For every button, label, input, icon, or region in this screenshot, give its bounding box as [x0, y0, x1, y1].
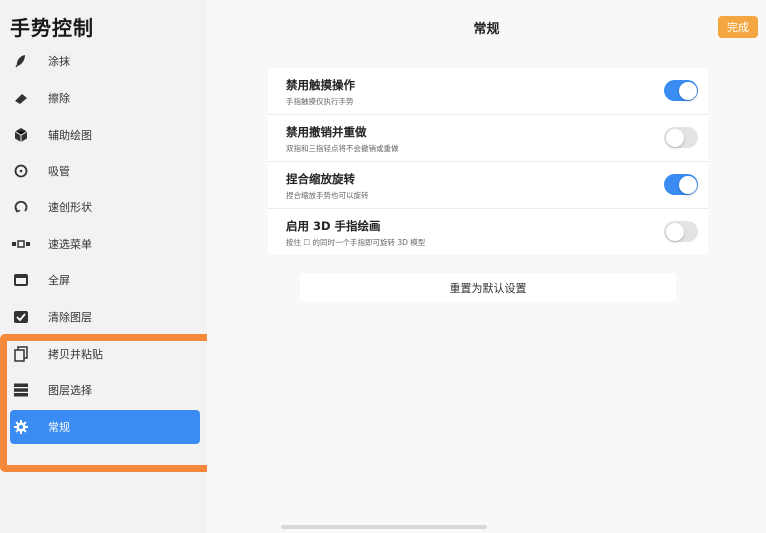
home-indicator — [281, 525, 487, 529]
toggle-knob — [678, 175, 697, 194]
sidebar: 手势控制 涂抹 擦除 辅助绘图 吸管 速创形状 速选菜单 全屏 清除图层 拷贝并… — [0, 0, 279, 533]
sidebar-item-clear-layer[interactable]: 清除图层 — [10, 300, 200, 334]
smudge-icon — [12, 52, 30, 70]
main-panel: 常规 完成 禁用触摸操作 手指触摸仅执行手势 禁用撤销并重做 双指和三指轻点将不… — [207, 0, 766, 533]
setting-subtitle: 手指触摸仅执行手势 — [286, 97, 354, 106]
sidebar-item-label: 涂抹 — [48, 55, 70, 68]
sidebar-item-eyedropper[interactable]: 吸管 — [10, 154, 200, 188]
setting-subtitle: 按住 ☐ 的同时一个手指即可旋转 3D 模型 — [286, 238, 426, 247]
sidebar-item-quickmenu[interactable]: 速选菜单 — [10, 227, 200, 261]
setting-row-pinch-rotate: 捏合缩放旋转 捏合缩放手势也可以旋转 — [268, 162, 708, 209]
setting-title: 启用 3D 手指绘画 — [286, 219, 381, 233]
setting-title: 禁用触摸操作 — [286, 78, 355, 92]
reset-defaults-button[interactable]: 重置为默认设置 — [300, 273, 676, 302]
pinch-rotate-toggle[interactable] — [664, 174, 698, 195]
sidebar-item-label: 全屏 — [48, 274, 70, 287]
sidebar-item-erase[interactable]: 擦除 — [10, 81, 200, 115]
sidebar-item-label: 吸管 — [48, 165, 70, 178]
done-button[interactable]: 完成 — [718, 16, 758, 38]
toggle-knob — [678, 81, 697, 100]
sidebar-item-label: 擦除 — [48, 92, 70, 105]
3d-finger-painting-toggle[interactable] — [664, 221, 698, 242]
sidebar-item-label: 速选菜单 — [48, 238, 92, 251]
setting-subtitle: 捏合缩放手势也可以旋转 — [286, 191, 369, 200]
cube-icon — [12, 126, 30, 144]
quickshape-icon — [12, 198, 30, 216]
setting-title: 禁用撤销并重做 — [286, 125, 367, 139]
setting-row-disable-touch: 禁用触摸操作 手指触摸仅执行手势 — [268, 68, 708, 115]
setting-row-disable-undo-redo: 禁用撤销并重做 双指和三指轻点将不会撤销或重做 — [268, 115, 708, 162]
quickmenu-icon — [12, 235, 30, 253]
sidebar-item-fullscreen[interactable]: 全屏 — [10, 263, 200, 297]
check-icon — [12, 308, 30, 326]
sidebar-item-label: 速创形状 — [48, 201, 92, 214]
eraser-icon — [12, 89, 30, 107]
sidebar-title: 手势控制 — [10, 16, 94, 40]
fullscreen-icon — [12, 271, 30, 289]
settings-card: 禁用触摸操作 手指触摸仅执行手势 禁用撤销并重做 双指和三指轻点将不会撤销或重做… — [268, 68, 708, 255]
sidebar-item-assisted-drawing[interactable]: 辅助绘图 — [10, 118, 200, 152]
disable-touch-toggle[interactable] — [664, 80, 698, 101]
sidebar-item-label: 辅助绘图 — [48, 129, 92, 142]
page-title: 常规 — [473, 22, 500, 37]
eyedropper-icon — [12, 162, 30, 180]
setting-title: 捏合缩放旋转 — [286, 172, 355, 186]
sidebar-item-quickshape[interactable]: 速创形状 — [10, 190, 200, 224]
setting-row-3d-finger-painting: 启用 3D 手指绘画 按住 ☐ 的同时一个手指即可旋转 3D 模型 — [268, 209, 708, 255]
setting-subtitle: 双指和三指轻点将不会撤销或重做 — [286, 144, 399, 153]
sidebar-item-smudge[interactable]: 涂抹 — [10, 44, 200, 78]
disable-undo-redo-toggle[interactable] — [664, 127, 698, 148]
toggle-knob — [665, 222, 684, 241]
sidebar-item-label: 清除图层 — [48, 311, 92, 324]
toggle-knob — [665, 128, 684, 147]
